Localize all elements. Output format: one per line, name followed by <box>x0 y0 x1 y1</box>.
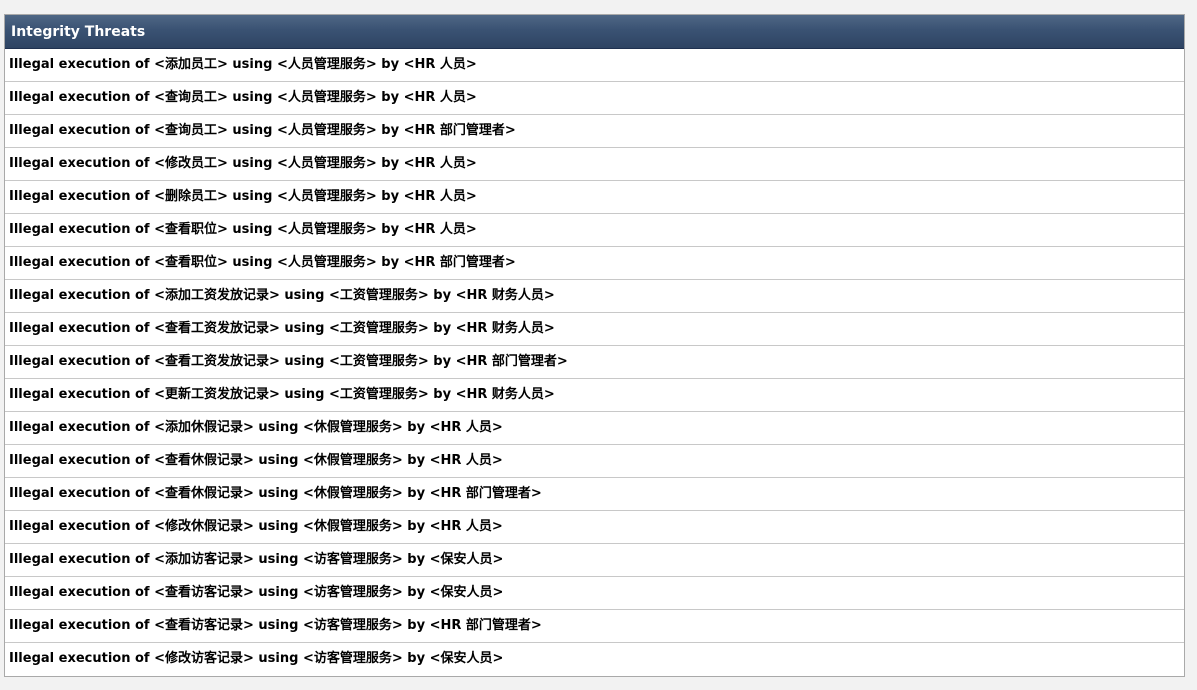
table-row: Illegal execution of <修改访客记录> using <访客管… <box>9 651 504 666</box>
page: Integrity Threats Illegal execution of <… <box>0 0 1197 690</box>
table-row: Illegal execution of <查看休假记录> using <休假管… <box>5 445 1184 478</box>
table-row: Illegal execution of <查询员工> using <人员管理服… <box>5 82 1184 115</box>
table-row: Illegal execution of <添加工资发放记录> using <工… <box>5 280 1184 313</box>
table-row: Illegal execution of <添加访客记录> using <访客管… <box>5 544 1184 577</box>
table-row: Illegal execution of <删除员工> using <人员管理服… <box>5 181 1184 214</box>
threat-rows: Illegal execution of <添加员工> using <人员管理服… <box>5 49 1184 676</box>
table-row: Illegal execution of <查询员工> using <人员管理服… <box>5 115 1184 148</box>
table-row: Illegal execution of <添加休假记录> using <休假管… <box>5 412 1184 445</box>
table-row: Illegal execution of <查看工资发放记录> using <工… <box>5 313 1184 346</box>
table-row: Illegal execution of <查看职位> using <人员管理服… <box>5 214 1184 247</box>
table-row: Illegal execution of <修改休假记录> using <休假管… <box>5 511 1184 544</box>
table-row: Illegal execution of <查看职位> using <人员管理服… <box>5 247 1184 280</box>
table-row: Illegal execution of <添加员工> using <人员管理服… <box>5 49 1184 82</box>
table-row: Illegal execution of <更新工资发放记录> using <工… <box>5 379 1184 412</box>
table-row: Illegal execution of <查看访客记录> using <访客管… <box>5 577 1184 610</box>
table-row: Illegal execution of <查看访客记录> using <访客管… <box>5 610 1184 643</box>
table-row: Illegal execution of <修改员工> using <人员管理服… <box>5 148 1184 181</box>
table-header-title: Integrity Threats <box>5 15 1184 49</box>
table-row: Illegal execution of <查看工资发放记录> using <工… <box>5 346 1184 379</box>
table-row: Illegal execution of <查看休假记录> using <休假管… <box>5 478 1184 511</box>
integrity-threats-table: Integrity Threats Illegal execution of <… <box>4 14 1185 677</box>
